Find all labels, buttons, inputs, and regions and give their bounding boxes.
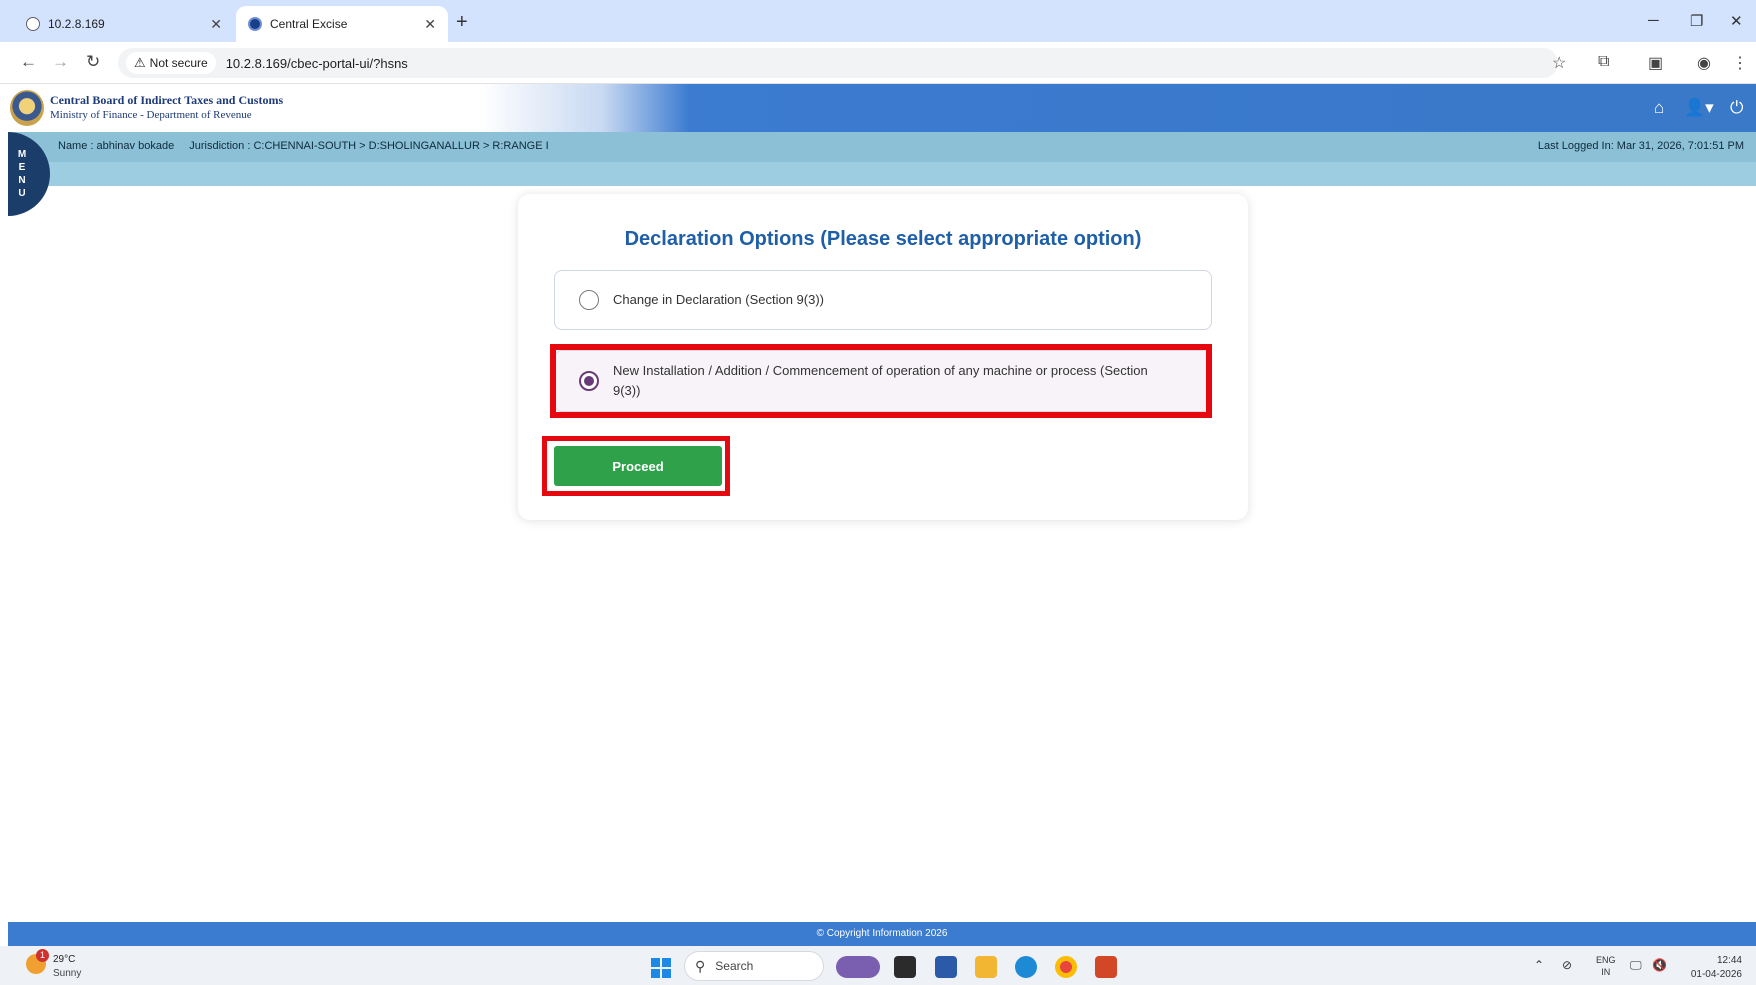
tab-title: 10.2.8.169 <box>48 17 105 31</box>
search-icon: ⚲ <box>695 957 706 974</box>
browser-toolbar: ← → ↻ ⚠ Not secure 10.2.8.169/cbec-porta… <box>0 42 1756 84</box>
tab-title: Central Excise <box>270 17 348 31</box>
radio-change-in-declaration[interactable] <box>579 290 599 310</box>
close-window-icon[interactable]: ✕ <box>1730 12 1743 30</box>
weather-badge: 1 <box>36 949 49 962</box>
cbic-favicon-icon <box>248 17 262 31</box>
info-bar-band <box>8 162 1756 186</box>
search-placeholder: Search <box>715 959 754 973</box>
windows-start-icon[interactable] <box>651 958 671 978</box>
back-icon[interactable]: ← <box>20 52 37 72</box>
power-icon[interactable]: ⏻ <box>1730 98 1743 118</box>
bookmark-star-icon[interactable]: ☆ <box>1552 53 1566 73</box>
copilot-app-icon[interactable] <box>836 956 880 978</box>
reload-icon[interactable]: ↻ <box>86 52 100 72</box>
user-name: Name : abhinav bokade <box>58 140 175 152</box>
browser-tab-strip: 10.2.8.169 ✕ Central Excise ✕ + ─ ❐ ✕ <box>0 0 1756 42</box>
last-login: Last Logged In: Mar 31, 2026, 7:01:51 PM <box>1537 140 1744 152</box>
option-label: Change in Declaration (Section 9(3)) <box>613 292 824 307</box>
user-menu-icon[interactable]: 👤▾ <box>1684 98 1714 118</box>
network-icon[interactable]: 🖵 <box>1630 958 1642 973</box>
option-label: New Installation / Addition / Commenceme… <box>613 363 1148 398</box>
user-info: Name : abhinav bokade Jurisdiction : C:C… <box>58 140 561 152</box>
address-bar[interactable]: ⚠ Not secure 10.2.8.169/cbec-portal-ui/?… <box>118 48 1558 78</box>
browser-tab-ip[interactable]: 10.2.8.169 ✕ <box>14 6 234 42</box>
region-code: IN <box>1601 967 1611 977</box>
file-explorer-icon[interactable] <box>975 956 997 978</box>
windows-taskbar: 1 29°C Sunny ⚲ Search ⌃ ⊘ ENG IN 🖵 🔇 12:… <box>0 946 1756 985</box>
side-panel-icon[interactable]: ▣ <box>1648 53 1663 73</box>
option-new-installation[interactable]: New Installation / Addition / Commenceme… <box>554 350 1212 412</box>
proceed-button[interactable]: Proceed <box>554 446 722 486</box>
lang-code: ENG <box>1596 955 1616 965</box>
app-header: Central Board of Indirect Taxes and Cust… <box>8 84 1756 132</box>
org-subtitle: Ministry of Finance - Department of Reve… <box>50 109 252 121</box>
close-tab-icon[interactable]: ✕ <box>424 16 436 33</box>
tray-chevron-icon[interactable]: ⌃ <box>1534 958 1544 972</box>
extensions-icon[interactable]: ⧉ <box>1598 53 1609 71</box>
warning-icon: ⚠ <box>134 55 146 70</box>
declaration-options-card: Declaration Options (Please select appro… <box>518 194 1248 520</box>
option-change-in-declaration[interactable]: Change in Declaration (Section 9(3)) <box>554 270 1212 330</box>
minimize-icon[interactable]: ─ <box>1648 12 1659 29</box>
user-info-bar: Name : abhinav bokade Jurisdiction : C:C… <box>8 132 1756 186</box>
globe-icon <box>26 17 40 31</box>
forward-icon[interactable]: → <box>52 52 69 72</box>
weather-desc: Sunny <box>53 968 82 979</box>
menu-letter: M <box>17 149 27 160</box>
url-text: 10.2.8.169/cbec-portal-ui/?hsns <box>225 55 408 71</box>
new-tab-icon[interactable]: + <box>456 12 468 32</box>
menu-letter: U <box>18 188 26 199</box>
store-app-icon[interactable] <box>935 956 957 978</box>
clock-date: 01-04-2026 <box>1690 969 1742 980</box>
profile-icon[interactable]: ◉ <box>1697 53 1711 73</box>
powerpoint-app-icon[interactable] <box>1095 956 1117 978</box>
system-clock[interactable]: 12:44 01-04-2026 <box>1691 954 1742 982</box>
radio-new-installation[interactable] <box>579 371 599 391</box>
language-indicator[interactable]: ENG IN <box>1596 954 1616 978</box>
close-tab-icon[interactable]: ✕ <box>210 16 222 33</box>
browser-tab-central-excise[interactable]: Central Excise ✕ <box>236 6 448 42</box>
clock-time: 12:44 <box>1716 955 1742 966</box>
hidden-icons-icon[interactable]: ⊘ <box>1562 958 1572 972</box>
menu-letter: E <box>18 162 26 173</box>
volume-muted-icon[interactable]: 🔇 <box>1652 958 1667 972</box>
security-label: Not secure <box>149 56 208 70</box>
taskbar-search[interactable]: ⚲ Search <box>684 951 824 981</box>
security-chip[interactable]: ⚠ Not secure <box>126 52 216 74</box>
edge-browser-icon[interactable] <box>1015 956 1037 978</box>
menu-letter: N <box>18 175 26 186</box>
org-name: Central Board of Indirect Taxes and Cust… <box>50 93 284 107</box>
task-view-icon[interactable] <box>894 956 916 978</box>
chrome-browser-icon[interactable] <box>1055 956 1077 978</box>
page-footer: © Copyright Information 2026 <box>8 922 1756 946</box>
more-menu-icon[interactable]: ⋮ <box>1732 53 1748 73</box>
home-icon[interactable]: ⌂ <box>1654 98 1664 118</box>
cbic-emblem-icon <box>10 90 44 126</box>
restore-icon[interactable]: ❐ <box>1690 12 1703 30</box>
user-jurisdiction: Jurisdiction : C:CHENNAI-SOUTH > D:SHOLI… <box>189 140 549 152</box>
page-title: Declaration Options (Please select appro… <box>624 228 1142 250</box>
weather-temp: 29°C <box>53 954 76 965</box>
